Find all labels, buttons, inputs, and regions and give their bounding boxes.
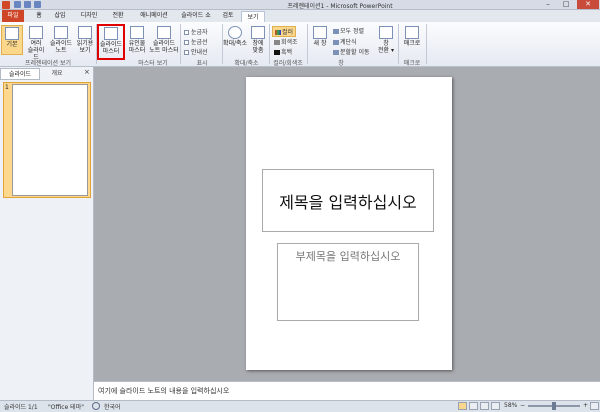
ruler-checkbox[interactable]: 눈금자 — [184, 27, 208, 36]
slide-number: 1 — [5, 84, 9, 91]
guides-checkbox[interactable]: 안내선 — [184, 47, 208, 56]
handout-master-icon — [130, 26, 144, 39]
maximize-button[interactable]: □ — [558, 0, 574, 9]
ribbon-separator — [426, 24, 427, 64]
notes-master-button[interactable]: 슬라이드 노트 마스터 — [149, 26, 179, 54]
tab-slides[interactable]: 슬라이드 — [0, 68, 40, 80]
undo-icon[interactable] — [24, 1, 31, 8]
checkbox-icon — [184, 30, 189, 35]
bw-swatch-icon — [274, 50, 280, 55]
magnifier-icon — [228, 26, 242, 39]
tab-slideshow[interactable]: 슬라이드 쇼 — [176, 10, 216, 22]
ribbon-separator — [180, 24, 181, 64]
arrange-icon — [333, 29, 339, 34]
window-title: 프레젠테이션1 - Microsoft PowerPoint — [287, 3, 393, 10]
group-label-show: 표시 — [196, 60, 208, 67]
language-status[interactable]: 한국어 — [104, 402, 121, 411]
move-split-button[interactable]: 분할할 이동 — [333, 47, 370, 56]
tab-design[interactable]: 디자인 — [76, 10, 102, 22]
notes-page-icon — [54, 26, 68, 39]
group-label-presentation-views: 프레젠테이션 보기 — [24, 60, 72, 67]
tab-insert[interactable]: 삽입 — [50, 10, 70, 22]
group-label-window: 창 — [338, 60, 344, 67]
close-panel-icon[interactable]: × — [84, 68, 92, 79]
black-white-button[interactable]: 흑백 — [274, 47, 292, 56]
color-button[interactable]: 컬러 — [272, 26, 297, 37]
reading-view-icon — [78, 26, 92, 39]
theme-status: "Office 테마" — [48, 404, 84, 411]
notes-master-icon — [157, 26, 171, 39]
fit-window-icon — [251, 26, 265, 39]
grayscale-swatch-icon — [274, 40, 280, 45]
save-icon[interactable] — [14, 1, 21, 8]
notes-pane[interactable]: 여기에 슬라이드 노트의 내용을 입력하십시오 — [94, 381, 600, 400]
split-icon — [333, 50, 339, 55]
checkbox-icon — [184, 40, 189, 45]
cascade-icon — [333, 40, 339, 45]
new-window-button[interactable]: 새 창 — [308, 26, 332, 47]
slide-sorter-button[interactable]: 여러 슬라이드 — [25, 26, 47, 61]
tab-file[interactable]: 파일 — [2, 10, 24, 22]
fit-to-window-button[interactable]: 창에 맞춤 — [249, 26, 267, 54]
close-window-button[interactable]: ✕ — [577, 0, 599, 9]
spell-check-icon[interactable] — [92, 402, 100, 410]
group-label-color: 컬러/회색조 — [273, 60, 303, 67]
checkbox-icon — [184, 50, 189, 55]
slide-master-button[interactable]: 슬라이드 마스터 — [97, 24, 125, 60]
normal-view-icon — [5, 27, 19, 40]
zoom-out-button[interactable]: − — [520, 402, 525, 409]
minimize-button[interactable]: – — [540, 0, 556, 9]
tab-outline[interactable]: 개요 — [42, 68, 72, 80]
cascade-button[interactable]: 계단식 — [333, 37, 357, 46]
powerpoint-app-icon[interactable] — [2, 1, 10, 9]
group-label-master-views: 마스터 보기 — [138, 60, 168, 67]
slide-sorter-icon — [29, 26, 43, 39]
tab-view[interactable]: 보기 — [241, 11, 265, 22]
title-placeholder[interactable]: 제목을 입력하십시오 — [262, 169, 434, 232]
grayscale-button[interactable]: 회색조 — [274, 37, 298, 46]
color-swatch-icon — [275, 30, 281, 35]
tab-review[interactable]: 검토 — [218, 10, 238, 22]
slide-thumbnail[interactable] — [12, 84, 88, 196]
slide-sorter-status-button[interactable] — [469, 402, 478, 410]
new-window-icon — [313, 26, 327, 39]
normal-view-button[interactable]: 기본 — [1, 25, 23, 55]
switch-windows-icon — [379, 26, 393, 39]
handout-master-button[interactable]: 유인물 마스터 — [126, 26, 148, 54]
notes-page-button[interactable]: 슬라이드 노트 — [49, 26, 73, 54]
tab-animations[interactable]: 애니메이션 — [134, 10, 174, 22]
tab-home[interactable]: 홈 — [30, 10, 48, 22]
zoom-slider-thumb[interactable] — [552, 402, 556, 410]
macro-icon — [405, 26, 419, 39]
slide-master-icon — [104, 27, 118, 40]
reading-view-button[interactable]: 읽기용 보기 — [75, 26, 95, 54]
gridlines-checkbox[interactable]: 눈금선 — [184, 37, 208, 46]
zoom-button[interactable]: 확대/축소 — [222, 26, 248, 47]
zoom-in-button[interactable]: + — [583, 402, 588, 409]
group-label-zoom: 확대/축소 — [234, 60, 259, 67]
group-label-macros: 매크로 — [403, 60, 421, 67]
macros-button[interactable]: 매크로 — [400, 26, 424, 47]
slide-count-status: 슬라이드 1/1 — [4, 404, 38, 411]
switch-windows-button[interactable]: 창 전환 ▾ — [375, 26, 397, 54]
zoom-percent[interactable]: 58% — [504, 402, 517, 409]
redo-icon[interactable] — [34, 1, 41, 8]
tab-transitions[interactable]: 전환 — [108, 10, 128, 22]
reading-view-status-button[interactable] — [480, 402, 489, 410]
slideshow-status-button[interactable] — [491, 402, 500, 410]
subtitle-placeholder[interactable]: 부제목을 입력하십시오 — [277, 243, 419, 321]
fit-slide-button[interactable] — [590, 402, 599, 410]
normal-view-status-button[interactable] — [458, 402, 467, 410]
arrange-all-button[interactable]: 모두 정렬 — [333, 26, 364, 35]
